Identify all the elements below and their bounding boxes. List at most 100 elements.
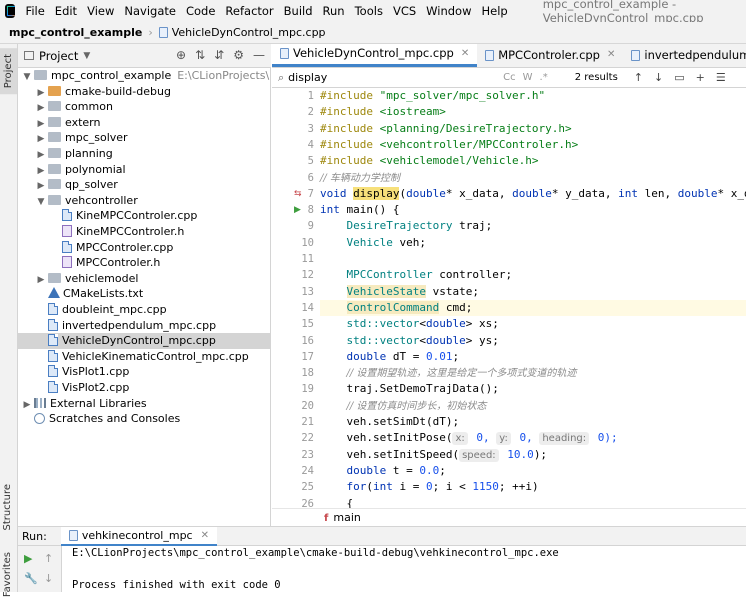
chevron-right-icon[interactable]: ▶ [36, 163, 46, 179]
close-icon[interactable]: ✕ [607, 44, 615, 67]
tree-item-extern[interactable]: ▶ extern [18, 115, 270, 132]
select-all-occurrences-icon[interactable]: ▭ [674, 71, 684, 84]
tree-item-vehicledyncontrol-mpc[interactable]: VehicleDynControl_mpc.cpp [18, 333, 270, 350]
arrow-up-icon[interactable]: ↑ [44, 552, 53, 565]
wrench-icon[interactable]: 🔧 [24, 572, 38, 585]
tree-item-cmake-build-debug[interactable]: ▶ cmake-build-debug [18, 84, 270, 101]
chevron-down-icon[interactable]: ▼ [83, 51, 90, 61]
chevron-right-icon[interactable]: ▶ [36, 147, 46, 163]
tree-item-root[interactable]: ▼mpc_control_exampleE:\CLionProjects\mpc… [18, 68, 270, 85]
tree-item-vehiclekinematiccontrol-mpc[interactable]: VehicleKinematicControl_mpc.cpp [18, 349, 270, 365]
tree-item-visplot2[interactable]: VisPlot2.cpp [18, 380, 270, 396]
chevron-right-icon[interactable]: ▶ [36, 131, 46, 147]
tree-item-qp-solver[interactable]: ▶ qp_solver [18, 177, 270, 194]
code-editor[interactable]: 1 2 3 4 5 6 7 8 9 10 11 12 13 14 15 16 1… [272, 88, 746, 508]
menu-window[interactable]: Window [421, 0, 476, 22]
run-label: Run: [22, 529, 47, 543]
expand-all-icon[interactable]: ⇅ [195, 48, 205, 62]
arrow-up-icon[interactable]: ↑ [634, 71, 643, 84]
run-console[interactable]: E:\CLionProjects\mpc_control_example\cma… [62, 546, 746, 592]
param-hint: heading: [539, 432, 590, 446]
tab-vehicledyncontrol[interactable]: VehicleDynControl_mpc.cpp ✕ [272, 44, 478, 67]
nav-project[interactable]: mpc_control_example [9, 26, 142, 39]
header-file-icon [62, 256, 72, 269]
tree-item-planning[interactable]: ▶ planning [18, 146, 270, 163]
gear-icon[interactable]: ⚙ [233, 48, 244, 62]
menu-run[interactable]: Run [318, 0, 350, 22]
chevron-down-icon[interactable]: ▼ [36, 194, 46, 210]
tree-item-kinempccontroler-cpp[interactable]: KineMPCControler.cpp [18, 208, 270, 224]
run-gutter-icon[interactable]: ▶ [294, 202, 301, 218]
tree-item-scratches[interactable]: Scratches and Consoles [18, 411, 270, 427]
project-panel-title[interactable]: Project [39, 49, 78, 63]
code-line: veh.setSimDt(dT); [346, 415, 460, 428]
tree-item-visplot1[interactable]: VisPlot1.cpp [18, 364, 270, 380]
chevron-right-icon[interactable]: ▶ [36, 272, 46, 288]
tree-item-mpc-solver[interactable]: ▶ mpc_solver [18, 130, 270, 147]
close-icon[interactable]: ✕ [461, 44, 469, 64]
menu-refactor[interactable]: Refactor [220, 0, 278, 22]
executable-icon [68, 529, 78, 541]
tree-item-polynomial[interactable]: ▶ polynomial [18, 162, 270, 179]
code-line: veh.setInitSpeed(speed: 10.0); [346, 447, 548, 462]
folder-icon [48, 148, 61, 158]
menu-build[interactable]: Build [279, 0, 318, 22]
favorites-tool-tab[interactable]: Favorites [2, 552, 13, 597]
tree-item-external-libraries[interactable]: ▶ External Libraries [18, 396, 270, 413]
menu-vcs[interactable]: VCS [388, 0, 421, 22]
tab-invertedpendulum[interactable]: invertedpendulum_mpc.cpp✕ [623, 44, 746, 67]
tree-item-cmakelists[interactable]: CMakeLists.txt [18, 286, 270, 302]
tree-item-vehiclemodel[interactable]: ▶ vehiclemodel [18, 271, 270, 288]
search-icon[interactable]: ⌕ [278, 71, 284, 85]
add-selection-icon[interactable]: + [696, 71, 705, 84]
chevron-right-icon[interactable]: ▶ [36, 100, 46, 116]
rerun-icon[interactable]: ▶ [24, 552, 32, 565]
chevron-right-icon[interactable]: ▶ [36, 178, 46, 194]
collapse-all-icon[interactable]: ⇵ [214, 48, 224, 62]
tree-item-mpccontroler-h[interactable]: MPCControler.h [18, 255, 270, 271]
code-line: double t = 0.0; [346, 463, 446, 477]
run-tab[interactable]: vehkinecontrol_mpc ✕ [60, 526, 217, 546]
hide-panel-icon[interactable]: — [253, 48, 265, 62]
tree-item-common[interactable]: ▶ common [18, 99, 270, 116]
regex-toggle[interactable]: .* [540, 72, 548, 83]
arrow-down-icon[interactable]: ↓ [44, 572, 53, 585]
menu-file[interactable]: File [21, 0, 50, 22]
chevron-right-icon[interactable]: ▶ [36, 85, 46, 101]
nav-file[interactable]: VehicleDynControl_mpc.cpp [172, 26, 326, 39]
code-line: double dT = 0.01; [346, 349, 460, 363]
code-content[interactable]: #include "mpc_solver/mpc_solver.h" #incl… [320, 88, 746, 508]
project-tool-tab[interactable]: Project [0, 48, 17, 95]
structure-tool-tab[interactable]: Structure [2, 484, 13, 531]
code-line: VehicleState vstate; [346, 284, 479, 298]
menu-code[interactable]: Code [181, 0, 220, 22]
console-line: E:\CLionProjects\mpc_control_example\cma… [72, 547, 559, 559]
implementation-arrow-icon[interactable]: ⇆ [294, 186, 302, 202]
breadcrumb-main[interactable]: main [333, 511, 360, 524]
editor-tab-bar: VehicleDynControl_mpc.cpp ✕ MPCControler.… [272, 44, 746, 68]
tree-item-doubleint-mpc[interactable]: doubleint_mpc.cpp [18, 302, 270, 318]
chevron-right-icon[interactable]: ▶ [36, 116, 46, 132]
tree-item-kinempccontroler-h[interactable]: KineMPCControler.h [18, 224, 270, 240]
close-icon[interactable]: ✕ [201, 526, 209, 545]
locate-file-icon[interactable]: ⊕ [176, 48, 186, 62]
cpp-file-icon [48, 365, 58, 378]
menu-help[interactable]: Help [477, 0, 513, 22]
search-input[interactable] [288, 71, 504, 84]
arrow-down-icon[interactable]: ↓ [654, 71, 663, 84]
menu-tools[interactable]: Tools [350, 0, 388, 22]
chevron-down-icon[interactable]: ▼ [22, 69, 32, 85]
whole-words-toggle[interactable]: W [523, 72, 533, 83]
tab-mpccontroler[interactable]: MPCControler.cpp ✕ [477, 44, 623, 67]
tree-item-invertedpendulum-mpc[interactable]: invertedpendulum_mpc.cpp [18, 318, 270, 334]
filter-icon[interactable]: ☰ [716, 71, 726, 84]
menu-navigate[interactable]: Navigate [119, 0, 181, 22]
menu-view[interactable]: View [82, 0, 119, 22]
tree-item-vehcontroller[interactable]: ▼ vehcontroller [18, 193, 270, 210]
match-case-toggle[interactable]: Cc [503, 72, 515, 83]
tree-item-mpccontroler-cpp[interactable]: MPCControler.cpp [18, 240, 270, 256]
param-hint: x: [452, 432, 468, 446]
chevron-right-icon[interactable]: ▶ [22, 397, 32, 413]
code-line: int main() { [320, 203, 400, 217]
menu-edit[interactable]: Edit [50, 0, 82, 22]
